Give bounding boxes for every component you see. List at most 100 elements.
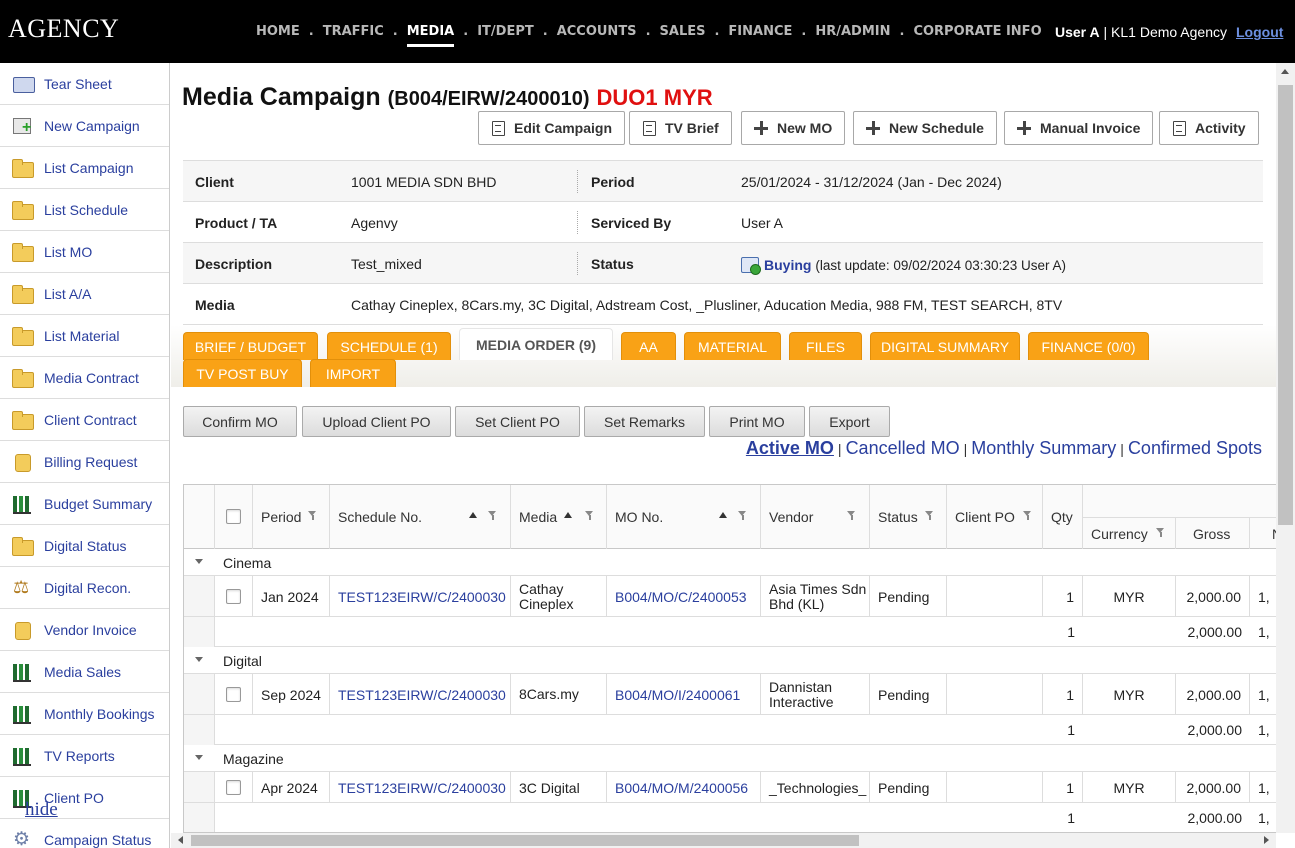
tab-digital-summary[interactable]: DIGITAL SUMMARY [870,332,1020,360]
monthly-summary-link[interactable]: Monthly Summary [971,438,1116,458]
status-text[interactable]: Buying [764,257,811,273]
upload-client-po-button[interactable]: Upload Client PO [302,406,451,437]
group-row-cinema[interactable]: Cinema [184,549,1276,576]
header-gross[interactable]: Gross [1176,517,1250,549]
tab-finance[interactable]: FINANCE (0/0) [1028,332,1149,360]
group-row-magazine[interactable]: Magazine [184,745,1276,772]
print-mo-button[interactable]: Print MO [709,406,805,437]
sidebar-item-list-mo[interactable]: List MO [0,231,169,273]
header-qty[interactable]: Qty [1043,485,1083,549]
tab-schedule[interactable]: SCHEDULE (1) [327,332,451,360]
vertical-scroll-thumb[interactable] [1278,85,1293,525]
confirm-mo-button[interactable]: Confirm MO [183,406,297,437]
nav-corporate-info[interactable]: CORPORATE INFO [913,24,1041,47]
scroll-left-arrow-icon[interactable] [178,836,183,844]
nav-it-dept[interactable]: IT/DEPT [477,24,534,47]
header-schedule-no[interactable]: Schedule No. [330,485,511,549]
vertical-scrollbar[interactable] [1276,63,1295,833]
header-currency[interactable]: Currency [1083,517,1176,549]
sidebar-item-campaign-status[interactable]: Campaign Status [0,819,169,848]
sidebar-item-list-campaign[interactable]: List Campaign [0,147,169,189]
collapse-caret-icon[interactable] [195,657,203,662]
header-media[interactable]: Media [511,485,607,549]
sidebar-item-media-contract[interactable]: Media Contract [0,357,169,399]
horizontal-scroll-thumb[interactable] [191,835,859,846]
header-period[interactable]: Period [253,485,330,549]
nav-finance[interactable]: FINANCE [728,24,792,47]
set-remarks-button[interactable]: Set Remarks [584,406,705,437]
set-client-po-button[interactable]: Set Client PO [455,406,580,437]
mo-no-link[interactable]: B004/MO/M/2400056 [607,772,761,803]
nav-traffic[interactable]: TRAFFIC [323,24,384,47]
sidebar-item-media-sales[interactable]: Media Sales [0,651,169,693]
sidebar-item-budget-summary[interactable]: Budget Summary [0,483,169,525]
header-net[interactable]: N [1250,517,1276,549]
tab-import[interactable]: IMPORT [310,359,396,387]
new-schedule-button[interactable]: New Schedule [853,111,997,145]
sort-asc-icon[interactable] [719,512,727,518]
active-mo-link[interactable]: Active MO [746,438,834,458]
sidebar-item-client-contract[interactable]: Client Contract [0,399,169,441]
group-row-digital[interactable]: Digital [184,647,1276,674]
header-vendor[interactable]: Vendor [761,485,870,549]
nav-hr-admin[interactable]: HR/ADMIN [815,24,890,47]
schedule-no-link[interactable]: TEST123EIRW/C/2400030 [330,576,511,617]
sidebar-item-tv-reports[interactable]: TV Reports [0,735,169,777]
nav-accounts[interactable]: ACCOUNTS [557,24,637,47]
scroll-right-arrow-icon[interactable] [1264,836,1269,844]
collapse-caret-icon[interactable] [195,559,203,564]
sidebar-item-digital-recon[interactable]: Digital Recon. [0,567,169,609]
sidebar-item-billing-request[interactable]: Billing Request [0,441,169,483]
row-checkbox[interactable] [226,589,241,604]
tab-aa[interactable]: AA [621,332,676,360]
select-all-checkbox[interactable] [226,509,241,524]
filter-icon[interactable] [1023,511,1032,521]
row-checkbox[interactable] [226,780,241,795]
export-button[interactable]: Export [809,406,890,437]
mo-no-link[interactable]: B004/MO/C/2400053 [607,576,761,617]
sidebar-item-monthly-bookings[interactable]: Monthly Bookings [0,693,169,735]
header-mo-no[interactable]: MO No. [607,485,761,549]
header-status[interactable]: Status [870,485,947,549]
edit-campaign-button[interactable]: Edit Campaign [478,111,626,145]
sidebar-item-digital-status[interactable]: Digital Status [0,525,169,567]
filter-icon[interactable] [1156,528,1165,538]
manual-invoice-button[interactable]: Manual Invoice [1004,111,1154,145]
tv-brief-button[interactable]: TV Brief [629,111,732,145]
filter-icon[interactable] [585,511,594,521]
hide-sidebar-link[interactable]: hide [25,799,58,821]
tab-media-order[interactable]: MEDIA ORDER (9) [459,328,613,360]
logout-link[interactable]: Logout [1236,24,1283,40]
activity-button[interactable]: Activity [1159,111,1259,145]
tab-material[interactable]: MATERIAL [684,332,781,360]
schedule-no-link[interactable]: TEST123EIRW/C/2400030 [330,772,511,803]
cancelled-mo-link[interactable]: Cancelled MO [846,438,960,458]
sidebar-item-new-campaign[interactable]: New Campaign [0,105,169,147]
mo-no-link[interactable]: B004/MO/I/2400061 [607,674,761,715]
filter-icon[interactable] [488,511,497,521]
tab-brief-budget[interactable]: BRIEF / BUDGET [183,332,318,360]
scroll-up-arrow-icon[interactable] [1281,69,1289,74]
nav-home[interactable]: HOME [256,24,300,47]
sidebar-item-list-schedule[interactable]: List Schedule [0,189,169,231]
sidebar-item-vendor-invoice[interactable]: Vendor Invoice [0,609,169,651]
nav-sales[interactable]: SALES [660,24,706,47]
horizontal-scrollbar[interactable] [171,833,1276,848]
row-checkbox[interactable] [226,687,241,702]
nav-media[interactable]: MEDIA [406,24,454,47]
confirmed-spots-link[interactable]: Confirmed Spots [1128,438,1262,458]
header-client-po[interactable]: Client PO [947,485,1043,549]
sidebar-item-list-aa[interactable]: List A/A [0,273,169,315]
tab-files[interactable]: FILES [789,332,862,360]
sidebar-item-list-material[interactable]: List Material [0,315,169,357]
filter-icon[interactable] [308,511,317,521]
filter-icon[interactable] [738,511,747,521]
tab-tv-post-buy[interactable]: TV POST BUY [183,359,302,387]
sort-asc-icon[interactable] [564,512,572,518]
filter-icon[interactable] [847,511,856,521]
new-mo-button[interactable]: New MO [741,111,846,145]
agency-logo[interactable]: AGENCY [8,14,119,44]
collapse-caret-icon[interactable] [195,755,203,760]
filter-icon[interactable] [925,511,934,521]
sort-asc-icon[interactable] [469,512,477,518]
